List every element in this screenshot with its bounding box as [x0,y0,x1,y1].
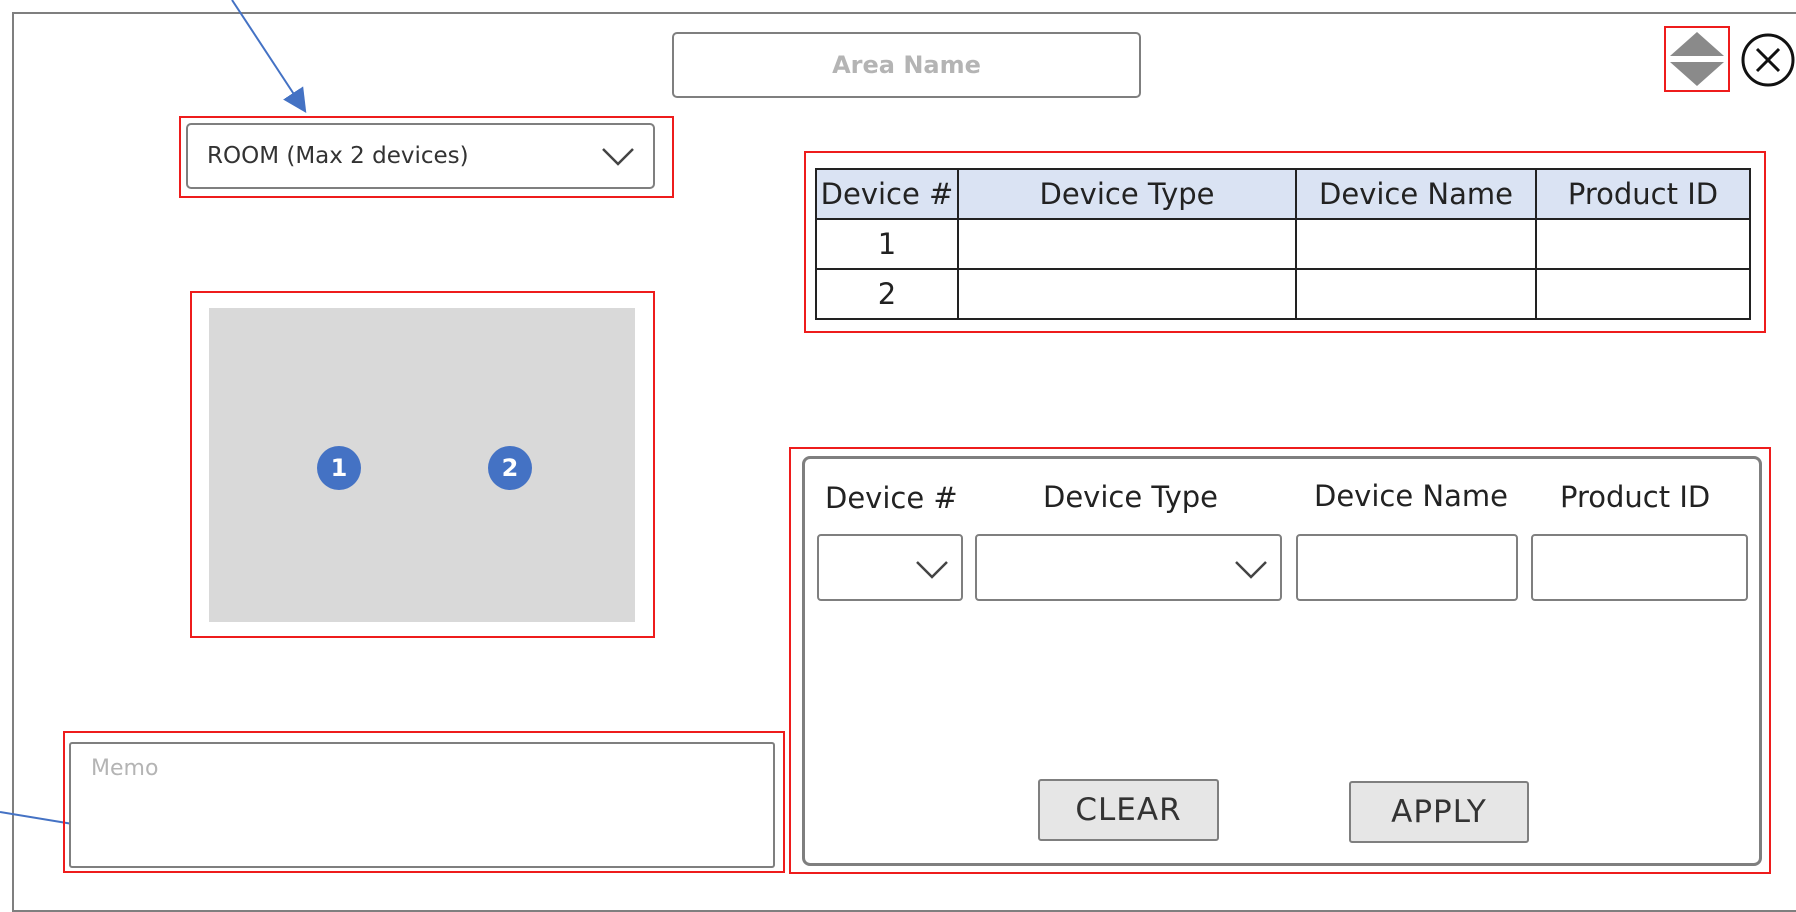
label-device-num: Device # [825,481,958,515]
device-editor-panel: Device # Device Type Device Name Product… [802,456,1762,866]
close-circle-icon[interactable] [1740,32,1796,88]
room-select-value: ROOM (Max 2 devices) [207,143,469,169]
chevron-down-icon [1235,561,1267,579]
memo-placeholder: Memo [91,756,159,781]
table-row[interactable]: 1 [815,218,1751,270]
device-num-select[interactable] [817,534,963,601]
column-header-device-type: Device Type [957,168,1297,220]
table-cell: 2 [815,268,959,320]
column-header-device-num: Device # [815,168,959,220]
clear-button[interactable]: CLEAR [1038,779,1219,841]
table-cell [1535,268,1751,320]
table-cell [957,218,1297,270]
column-header-device-name: Device Name [1295,168,1537,220]
apply-button[interactable]: APPLY [1349,781,1529,843]
table-cell [1295,218,1537,270]
floor-plan[interactable]: 1 2 [209,308,635,622]
device-name-input[interactable] [1296,534,1518,601]
table-cell [957,268,1297,320]
table-header-row: Device # Device Type Device Name Product… [815,168,1751,220]
product-id-input[interactable] [1531,534,1748,601]
column-header-product-id: Product ID [1535,168,1751,220]
room-select[interactable]: ROOM (Max 2 devices) [186,123,655,189]
chevron-down-icon [602,148,634,166]
label-device-type: Device Type [1043,480,1219,514]
chevron-down-icon [916,561,948,579]
device-table: Device # Device Type Device Name Product… [815,168,1751,320]
label-product-id: Product ID [1560,480,1711,514]
memo-textarea[interactable]: Memo [69,742,775,868]
device-marker-2[interactable]: 2 [488,446,532,490]
arrow-to-room-select [231,0,307,114]
area-name-field[interactable]: Area Name [672,32,1141,98]
label-device-name: Device Name [1314,479,1508,513]
device-marker-1[interactable]: 1 [317,446,361,490]
table-cell [1295,268,1537,320]
device-type-select[interactable] [975,534,1282,601]
table-cell [1535,218,1751,270]
table-cell: 1 [815,218,959,270]
table-row[interactable]: 2 [815,268,1751,320]
up-down-arrows-icon[interactable] [1667,30,1727,88]
